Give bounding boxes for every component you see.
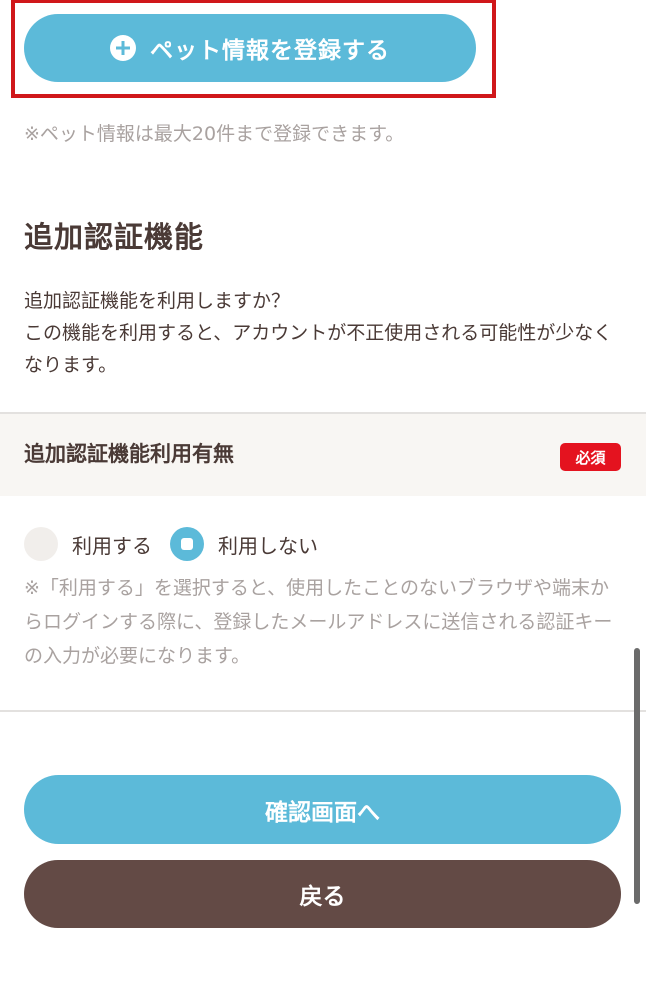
radio-option-use[interactable]: 利用する [24, 527, 152, 561]
add-pet-button[interactable]: ペット情報を登録する [24, 14, 476, 82]
radio-label-not-use: 利用しない [218, 533, 318, 558]
confirm-button[interactable]: 確認画面へ [24, 775, 621, 844]
radio-unselected[interactable] [24, 527, 58, 561]
section-title: 追加認証機能 [24, 220, 205, 254]
radio-selected[interactable] [170, 527, 204, 561]
plus-circle-icon [110, 35, 136, 61]
description-line-2: この機能を利用すると、アカウントが不正使用される可能性が少なくなります。 [24, 322, 613, 376]
divider [0, 710, 646, 712]
pet-limit-note: ※ペット情報は最大20件まで登録できます。 [24, 123, 405, 145]
scrollbar[interactable] [634, 648, 640, 904]
required-badge: 必須 [560, 443, 621, 471]
add-pet-button-label: ペット情報を登録する [150, 38, 390, 64]
back-button[interactable]: 戻る [24, 860, 621, 928]
confirm-button-label: 確認画面へ [265, 799, 380, 826]
section-description: 追加認証機能を利用しますか？ この機能を利用すると、アカウントが不正使用される可… [24, 285, 624, 381]
back-button-label: 戻る [299, 884, 346, 910]
auth-usage-radio-group: 利用する 利用しない [24, 526, 318, 562]
description-line-1: 追加認証機能を利用しますか？ [24, 290, 291, 312]
field-label: 追加認証機能利用有無 [24, 442, 234, 466]
radio-option-not-use[interactable]: 利用しない [170, 527, 318, 561]
radio-label-use: 利用する [72, 533, 152, 558]
auth-note: ※「利用する」を選択すると、使用したことのないブラウザや端末からログインする際に… [24, 577, 613, 667]
